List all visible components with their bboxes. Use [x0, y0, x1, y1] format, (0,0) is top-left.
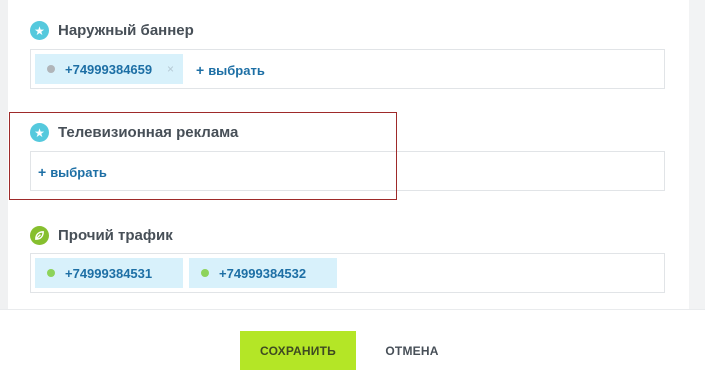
phone-tag[interactable]: +74999384531 [35, 258, 183, 288]
phone-number: +74999384532 [219, 265, 307, 281]
phone-number: +74999384659 [65, 61, 153, 77]
star-icon: ★ [30, 21, 49, 40]
form-footer: СОХРАНИТЬ ОТМЕНА [0, 309, 705, 387]
section-title-label: Прочий трафик [58, 227, 173, 244]
phone-tag[interactable]: +74999384659 × [35, 54, 183, 84]
section-title-outdoor-banner: ★ Наружный баннер [30, 21, 194, 40]
section-title-other-traffic: Прочий трафик [30, 226, 173, 245]
status-dot [47, 65, 55, 73]
add-phone-button[interactable]: + выбрать [196, 62, 265, 78]
add-label: выбрать [208, 62, 265, 78]
highlight-box [9, 112, 397, 200]
save-button[interactable]: СОХРАНИТЬ [240, 331, 356, 370]
close-icon[interactable]: × [167, 62, 174, 76]
cancel-button[interactable]: ОТМЕНА [372, 331, 452, 370]
scrollbar-track[interactable] [689, 0, 705, 309]
phone-number: +74999384531 [65, 265, 153, 281]
leaf-icon [30, 226, 49, 245]
status-dot [201, 269, 209, 277]
outdoor-banner-field[interactable]: +74999384659 × + выбрать [30, 49, 665, 89]
other-traffic-field[interactable]: +74999384531 +74999384532 [30, 253, 665, 293]
section-title-label: Наружный баннер [58, 22, 194, 39]
plus-icon: + [196, 62, 205, 78]
phone-tag[interactable]: +74999384532 [189, 258, 337, 288]
status-dot [47, 269, 55, 277]
